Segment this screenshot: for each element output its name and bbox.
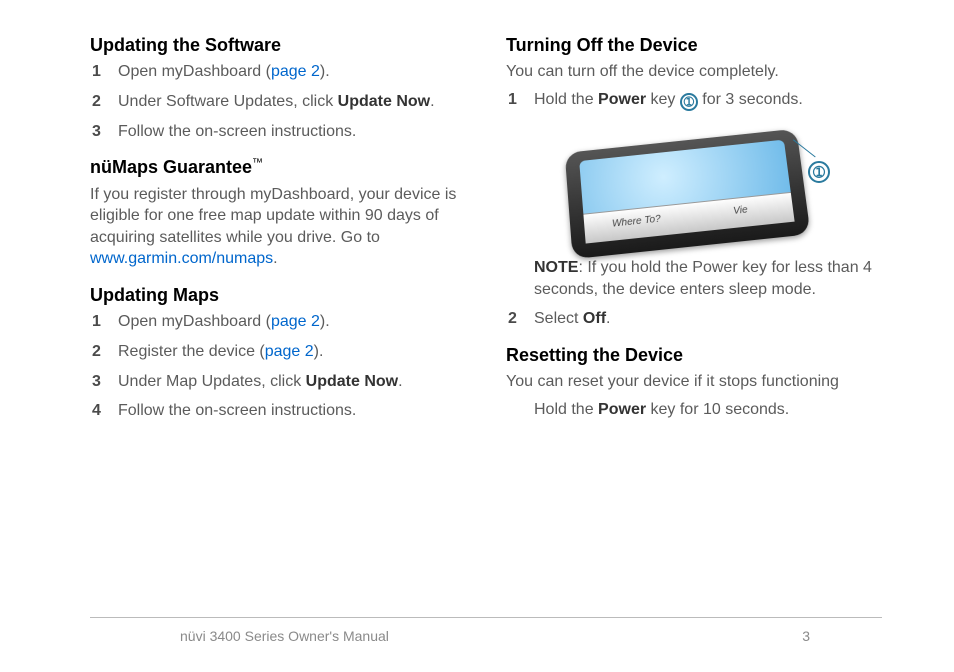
text: .	[398, 373, 402, 390]
step: Register the device (page 2).	[90, 341, 466, 363]
step: Hold the Power key ➀ for 3 seconds. Wher…	[506, 89, 882, 300]
step: Under Software Updates, click Update Now…	[90, 91, 466, 113]
bold-text: Off	[583, 310, 606, 327]
callout-marker-icon: ➀	[808, 161, 830, 183]
text: for 3 seconds.	[698, 91, 803, 108]
text: If you register through myDashboard, you…	[90, 186, 456, 246]
step: Follow the on-screen instructions.	[90, 121, 466, 143]
text: Follow the on-screen instructions.	[118, 402, 356, 419]
step: Follow the on-screen instructions.	[90, 400, 466, 422]
device-body: Where To? Vie	[565, 129, 811, 259]
note-text: NOTE: If you hold the Power key for less…	[534, 257, 882, 300]
bold-text: Power	[598, 91, 646, 108]
external-link[interactable]: www.garmin.com/numaps	[90, 250, 273, 267]
text: Open myDashboard (	[118, 63, 271, 80]
callout-icon: ➀	[680, 93, 698, 111]
text: Register the device (	[118, 343, 265, 360]
step: Select Off.	[506, 308, 882, 330]
text: .	[430, 93, 434, 110]
text: Follow the on-screen instructions.	[118, 123, 356, 140]
page-number: 3	[802, 628, 810, 644]
page-link[interactable]: page 2	[265, 343, 314, 360]
page-link[interactable]: page 2	[271, 313, 320, 330]
text: Hold the	[534, 91, 598, 108]
text: .	[606, 310, 610, 327]
step: Open myDashboard (page 2).	[90, 311, 466, 333]
text: ).	[320, 63, 330, 80]
text: ).	[320, 313, 330, 330]
text: .	[273, 250, 277, 267]
text: Under Software Updates, click	[118, 93, 338, 110]
steps-turning-off: Hold the Power key ➀ for 3 seconds. Wher…	[506, 89, 882, 330]
text: key	[646, 91, 680, 108]
device-screen: Where To? Vie	[579, 140, 794, 244]
heading-resetting: Resetting the Device	[506, 344, 882, 367]
screen-button: Where To?	[583, 203, 690, 244]
instruction-line: Hold the Power key for 10 seconds.	[506, 399, 882, 421]
step: Open myDashboard (page 2).	[90, 61, 466, 83]
text: key for 10 seconds.	[646, 401, 789, 418]
step: Under Map Updates, click Update Now.	[90, 371, 466, 393]
trademark-symbol: ™	[252, 157, 263, 169]
text: Select	[534, 310, 583, 327]
device-illustration: Where To? Vie ➀	[562, 117, 832, 247]
intro-text: You can turn off the device completely.	[506, 61, 882, 83]
note-label: NOTE	[534, 259, 578, 276]
heading-updating-software: Updating the Software	[90, 34, 466, 57]
bold-text: Update Now	[338, 93, 430, 110]
text: Open myDashboard (	[118, 313, 271, 330]
text: nüMaps Guarantee	[90, 157, 252, 177]
text: ).	[314, 343, 324, 360]
page-footer: nüvi 3400 Series Owner's Manual 3	[90, 617, 882, 644]
heading-numaps: nüMaps Guarantee™	[90, 156, 466, 179]
steps-updating-software: Open myDashboard (page 2). Under Softwar…	[90, 61, 466, 142]
bold-text: Update Now	[306, 373, 398, 390]
steps-updating-maps: Open myDashboard (page 2). Register the …	[90, 311, 466, 421]
numaps-body: If you register through myDashboard, you…	[90, 184, 466, 270]
text: Under Map Updates, click	[118, 373, 306, 390]
text: : If you hold the Power key for less tha…	[534, 259, 872, 298]
screen-button: Vie	[687, 192, 795, 233]
heading-updating-maps: Updating Maps	[90, 284, 466, 307]
page-link[interactable]: page 2	[271, 63, 320, 80]
intro-text: You can reset your device if it stops fu…	[506, 371, 882, 393]
text: Hold the	[534, 401, 598, 418]
footer-title: nüvi 3400 Series Owner's Manual	[180, 628, 389, 644]
bold-text: Power	[598, 401, 646, 418]
heading-turning-off: Turning Off the Device	[506, 34, 882, 57]
